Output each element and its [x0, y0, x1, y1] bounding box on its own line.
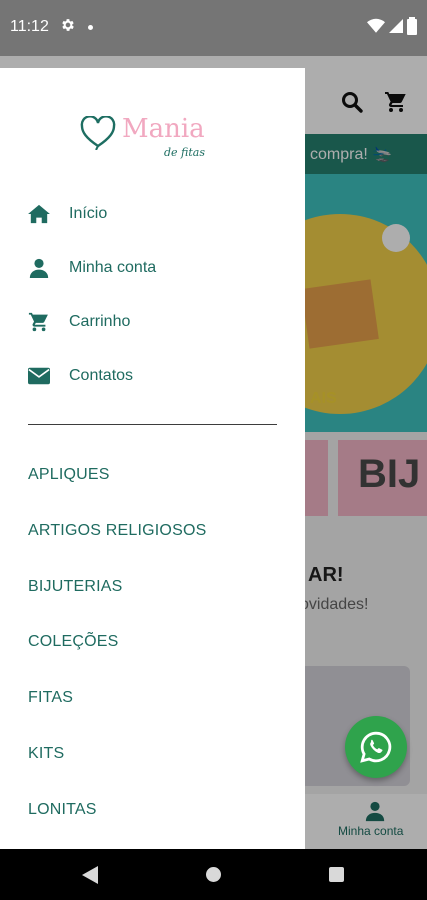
home-icon — [28, 203, 50, 225]
category-bijuterias[interactable]: BIJUTERIAS — [28, 578, 122, 596]
menu-item-minha-conta[interactable]: Minha conta — [0, 246, 305, 290]
category-apliques[interactable]: APLIQUES — [28, 466, 110, 484]
heart-logo-icon — [80, 115, 116, 155]
signal-icon — [389, 19, 403, 33]
category-lonitas[interactable]: LONITAS — [28, 801, 97, 819]
status-icons — [367, 17, 417, 35]
back-icon[interactable] — [82, 866, 98, 889]
wifi-icon — [367, 18, 385, 33]
logo: Mania de fitas — [80, 114, 230, 174]
category-colecoes[interactable]: COLEÇÕES — [28, 633, 119, 651]
menu-item-carrinho[interactable]: Carrinho — [0, 300, 305, 344]
recent-apps-icon[interactable] — [329, 867, 344, 882]
category-artigos-religiosos[interactable]: ARTIGOS RELIGIOSOS — [28, 522, 206, 540]
status-time: 11:12 — [10, 18, 49, 35]
category-kits[interactable]: KITS — [28, 745, 64, 763]
menu-item-label: Contatos — [69, 367, 134, 384]
person-icon — [28, 257, 50, 279]
mail-icon — [28, 365, 50, 387]
whatsapp-button[interactable] — [345, 716, 407, 778]
logo-subtext: de fitas — [164, 146, 206, 159]
logo-text: Mania — [122, 114, 205, 144]
whatsapp-icon — [360, 731, 392, 763]
battery-icon — [407, 17, 417, 35]
navigation-drawer: Mania de fitas Início Minha conta Carrin… — [0, 68, 305, 849]
menu-item-contatos[interactable]: Contatos — [0, 354, 305, 398]
settings-gear-icon — [60, 17, 76, 38]
menu-item-label: Carrinho — [69, 313, 131, 330]
menu-item-label: Início — [69, 205, 108, 222]
cart-icon — [28, 311, 50, 333]
notification-dot-icon — [88, 25, 93, 30]
system-nav-bar — [0, 849, 427, 900]
category-fitas[interactable]: FITAS — [28, 689, 73, 707]
status-bar: 11:12 — [0, 0, 427, 56]
menu-item-label: Minha conta — [69, 259, 157, 276]
menu-item-inicio[interactable]: Início — [0, 192, 305, 236]
home-button-icon[interactable] — [206, 867, 221, 882]
divider — [28, 424, 277, 425]
